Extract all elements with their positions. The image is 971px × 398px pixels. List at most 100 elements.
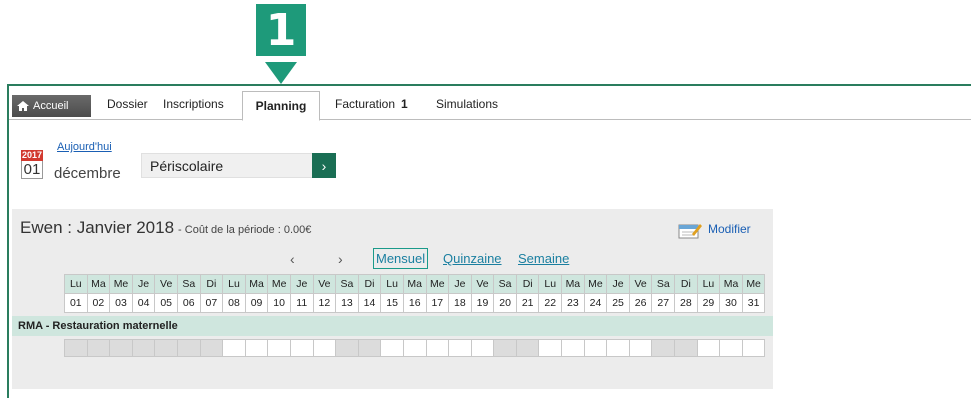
tab-dossier[interactable]: Dossier [107,97,148,111]
activity-slot-cell[interactable] [86,339,111,357]
day-number-cell[interactable]: 27 [651,293,676,313]
tab-facturation[interactable]: Facturation 1 [335,97,408,111]
home-icon [17,101,29,111]
activity-slot-cell[interactable] [357,339,382,357]
day-number-cell[interactable]: 10 [267,293,291,313]
service-select[interactable]: Périscolaire [141,153,336,178]
activity-slot-cell[interactable] [696,339,721,357]
activity-slot-cell[interactable] [448,339,472,357]
tab-simulations[interactable]: Simulations [436,97,498,111]
day-number-cell[interactable]: 26 [628,293,653,313]
day-number-cell[interactable]: 20 [493,293,517,313]
activity-slot-cell[interactable] [606,339,630,357]
activity-slot-cell[interactable] [470,339,495,357]
activity-slot-cell[interactable] [335,339,359,357]
activity-slot-cell[interactable] [583,339,608,357]
activity-slot-cell[interactable] [561,339,585,357]
day-number-cell[interactable]: 05 [154,293,178,313]
edit-calendar-icon[interactable] [678,222,702,239]
activity-slot-cell[interactable] [64,339,88,357]
activity-slot-grid [64,339,766,357]
weekday-header-cell: Ve [470,274,495,294]
today-link[interactable]: Aujourd'hui [57,141,112,153]
day-number-cell[interactable]: 15 [380,293,404,313]
modifier-link[interactable]: Modifier [708,222,751,236]
next-period-button[interactable]: › [338,251,343,267]
activity-slot-cell[interactable] [651,339,676,357]
calendar-icon: 2017 01 [21,150,43,179]
activity-slot-cell[interactable] [289,339,314,357]
weekday-header-cell: Di [199,274,224,294]
day-number-cell[interactable]: 31 [741,293,766,313]
weekday-header-cell: Di [674,274,698,294]
day-number-cell[interactable]: 29 [696,293,721,313]
day-number-cell[interactable]: 11 [289,293,314,313]
activity-header: RMA - Restauration maternelle [12,316,773,336]
weekday-header-cell: Lu [222,274,246,294]
weekday-header-cell: Ve [628,274,653,294]
day-number-cell[interactable]: 25 [606,293,630,313]
activity-slot-cell[interactable] [176,339,201,357]
current-month: décembre [54,165,121,182]
tab-accueil[interactable]: Accueil [12,95,91,117]
activity-slot-cell[interactable] [674,339,698,357]
day-number-cell[interactable]: 07 [199,293,224,313]
day-number-cell[interactable]: 28 [674,293,698,313]
day-number-cell[interactable]: 08 [222,293,246,313]
tab-facturation-label: Facturation [335,97,396,111]
weekday-header-cell: Me [741,274,766,294]
weekday-header-cell: Ve [154,274,178,294]
weekday-header-cell: Sa [651,274,676,294]
activity-slot-cell[interactable] [154,339,178,357]
day-number-cell[interactable]: 13 [335,293,359,313]
weekday-header-cell: Di [357,274,382,294]
planning-cost: - Coût de la période : 0.00€ [178,224,312,236]
tab-inscriptions[interactable]: Inscriptions [163,97,224,111]
weekday-header-cell: Ma [402,274,427,294]
activity-slot-cell[interactable] [628,339,653,357]
activity-slot-cell[interactable] [425,339,450,357]
activity-slot-cell[interactable] [199,339,224,357]
activity-slot-cell[interactable] [131,339,156,357]
activity-slot-cell[interactable] [222,339,246,357]
activity-slot-cell[interactable] [380,339,404,357]
view-mensuel-tab[interactable]: Mensuel [373,248,429,269]
activity-slot-cell[interactable] [493,339,517,357]
tab-planning[interactable]: Planning [242,91,320,121]
activity-slot-cell[interactable] [312,339,337,357]
view-quinzaine-tab[interactable]: Quinzaine [443,251,502,266]
view-semaine-tab[interactable]: Semaine [518,251,569,266]
day-number-cell[interactable]: 24 [583,293,608,313]
day-number-cell[interactable]: 21 [515,293,540,313]
day-number-cell[interactable]: 19 [470,293,495,313]
activity-slot-cell[interactable] [402,339,427,357]
day-number-cell[interactable]: 09 [244,293,269,313]
day-number-cell[interactable]: 23 [561,293,585,313]
activity-slot-cell[interactable] [267,339,291,357]
previous-period-button[interactable]: ‹ [290,251,295,267]
day-number-cell[interactable]: 04 [131,293,156,313]
day-number-cell[interactable]: 02 [86,293,111,313]
activity-slot-cell[interactable] [719,339,743,357]
day-number-cell[interactable]: 14 [357,293,382,313]
day-number-cell[interactable]: 01 [64,293,88,313]
service-select-button[interactable]: › [312,153,336,178]
day-number-cell[interactable]: 06 [176,293,201,313]
activity-slot-cell[interactable] [741,339,766,357]
planning-title-text: Ewen : Janvier 2018 [20,218,175,237]
day-number-cell[interactable]: 17 [425,293,450,313]
day-number-cell[interactable]: 03 [109,293,133,313]
day-number-cell[interactable]: 30 [719,293,743,313]
day-number-cell[interactable]: 18 [448,293,472,313]
day-number-cell[interactable]: 16 [402,293,427,313]
tab-bar: Accueil Dossier Inscriptions Planning Fa… [9,86,971,121]
activity-slot-cell[interactable] [515,339,540,357]
activity-slot-cell[interactable] [538,339,563,357]
weekday-header-cell: Me [425,274,450,294]
weekday-header-cell: Sa [335,274,359,294]
activity-slot-cell[interactable] [109,339,133,357]
activity-slot-cell[interactable] [244,339,269,357]
day-number-cell[interactable]: 22 [538,293,563,313]
day-number-cell[interactable]: 12 [312,293,337,313]
month-grid: Lu Ma Me Je Ve Sa Di Lu Ma Me Je Ve Sa Di Lu Ma Me Je Ve Sa… [64,274,766,313]
